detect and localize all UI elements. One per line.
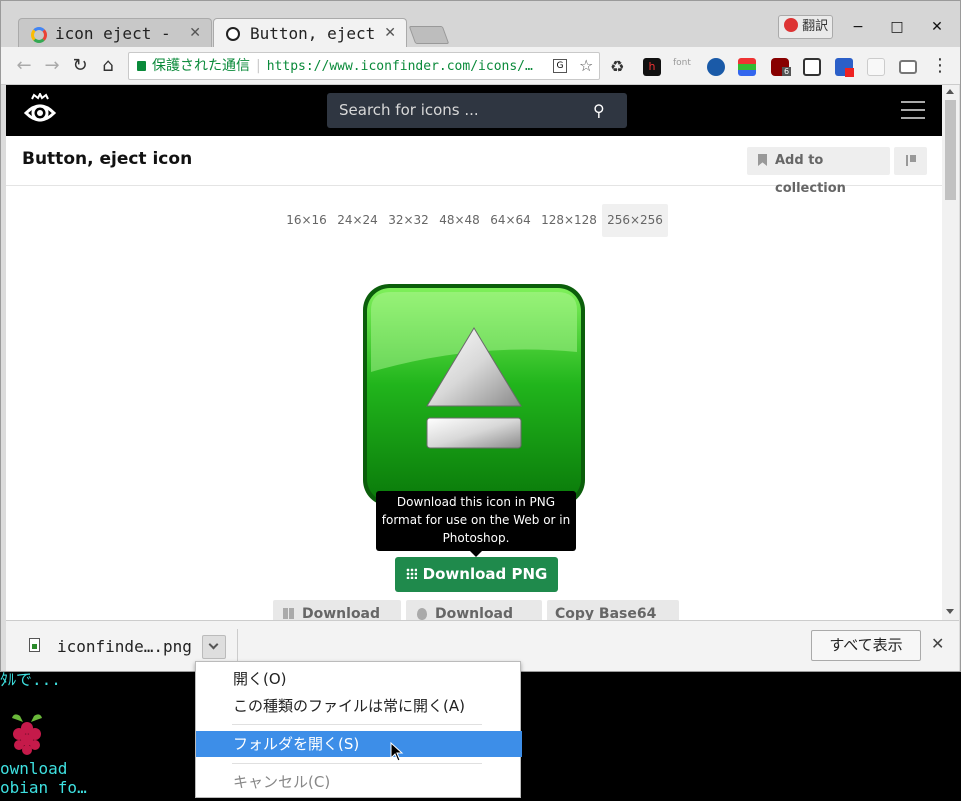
download-png-button[interactable]: Download PNG xyxy=(395,557,558,592)
raspberry-icon xyxy=(8,710,46,758)
url-text: https://www.iconfinder.com/icons/… xyxy=(266,59,533,74)
eject-button-icon xyxy=(361,282,587,508)
download-icns-button[interactable]: Download ICNS xyxy=(406,600,542,620)
download-png-label: Download PNG xyxy=(422,565,548,583)
search-icon[interactable]: ⚲ xyxy=(593,93,605,128)
ublock-icon[interactable]: 6 xyxy=(771,58,792,76)
size-option[interactable]: 48×48 xyxy=(437,204,482,237)
scroll-down-arrow[interactable] xyxy=(946,609,954,614)
back-icon[interactable]: ← xyxy=(13,55,35,77)
download-icns-label: Download ICNS xyxy=(435,606,514,620)
hamburger-menu-icon[interactable] xyxy=(901,101,925,119)
terminal-line: ownload xyxy=(0,759,68,778)
menu-separator xyxy=(232,724,482,725)
iconfinder-favicon-icon xyxy=(226,27,240,41)
minimize-button[interactable]: − xyxy=(846,15,870,39)
h-extension-icon[interactable]: h xyxy=(643,58,661,76)
close-download-shelf-icon[interactable]: ✕ xyxy=(931,634,944,653)
close-window-button[interactable]: ✕ xyxy=(925,15,949,39)
page-scrollbar[interactable] xyxy=(942,85,959,620)
translate-icon xyxy=(784,18,798,32)
show-all-button[interactable]: すべて表示 xyxy=(811,630,921,661)
menu-item-always-open[interactable]: この種類のファイルは常に開く(A) xyxy=(196,693,522,719)
file-icon xyxy=(29,638,40,652)
download-divider xyxy=(237,629,238,663)
download-context-menu: 開く(O) この種類のファイルは常に開く(A) フォルダを開く(S) キャンセル… xyxy=(195,661,522,798)
flag-icon xyxy=(906,155,916,166)
google-icon xyxy=(31,27,47,43)
size-option[interactable]: 128×128 xyxy=(539,204,599,237)
translate-label: 翻訳 xyxy=(802,19,829,34)
translate-page-icon[interactable]: G xyxy=(553,59,567,73)
disabled-extension-icon[interactable] xyxy=(867,58,885,76)
iconfinder-logo-icon[interactable] xyxy=(22,91,58,129)
copy-base64-button[interactable]: Copy Base64 PNG xyxy=(547,600,679,620)
menu-item-cancel[interactable]: キャンセル(C) xyxy=(196,769,522,795)
reload-icon[interactable]: ↻ xyxy=(69,55,91,77)
download-tooltip: Download this icon in PNG format for use… xyxy=(376,491,576,551)
forward-icon[interactable]: → xyxy=(41,55,63,77)
screenshot-extension-icon[interactable] xyxy=(803,58,821,76)
tab-strip: icon eject - ✕ Button, eject ✕ 翻訳 − □ ✕ xyxy=(1,1,960,48)
download-ico-button[interactable]: Download ICO xyxy=(273,600,401,620)
tab-title: icon eject - xyxy=(55,24,171,43)
site-header: Search for icons ... ⚲ xyxy=(6,85,942,136)
copy-base64-label: Copy Base64 PNG xyxy=(555,606,657,620)
secure-label: 保護された通信 xyxy=(152,58,250,74)
search-placeholder: Search for icons ... xyxy=(339,101,479,119)
scroll-up-arrow[interactable] xyxy=(946,89,954,94)
tab-title: Button, eject xyxy=(250,24,376,43)
home-icon[interactable]: ⌂ xyxy=(97,55,119,77)
download-options-button[interactable] xyxy=(202,635,226,659)
web-page: Search for icons ... ⚲ Button, eject ico… xyxy=(6,85,942,620)
browser-toolbar: ← → ↻ ⌂ 保護された通信 | https://www.iconfinder.c… xyxy=(1,47,960,85)
size-option[interactable]: 24×24 xyxy=(335,204,380,237)
page-title: Button, eject icon xyxy=(22,149,193,169)
print-icon[interactable] xyxy=(899,60,917,74)
bookmark-icon xyxy=(758,154,767,166)
download-filename[interactable]: iconfinde….png xyxy=(57,637,192,656)
size-option-selected[interactable]: 256×256 xyxy=(602,204,668,237)
download-ico-label: Download ICO xyxy=(302,606,381,620)
new-tab-button[interactable] xyxy=(408,26,450,44)
close-tab-icon[interactable]: ✕ xyxy=(384,25,396,41)
flag-button[interactable] xyxy=(894,147,927,175)
menu-kebab-icon[interactable]: ⋮ xyxy=(931,57,949,76)
tab-google[interactable]: icon eject - ✕ xyxy=(18,18,212,48)
recycle-extension-icon[interactable]: ♻ xyxy=(610,58,628,76)
add-to-collection-button[interactable]: Add to collection xyxy=(747,147,890,196)
menu-separator xyxy=(232,763,482,764)
grid-icon xyxy=(405,568,417,579)
ublock-badge: 6 xyxy=(782,67,792,76)
search-input[interactable]: Search for icons ... ⚲ xyxy=(327,93,627,128)
colors-extension-icon[interactable] xyxy=(738,58,756,76)
size-option[interactable]: 32×32 xyxy=(386,204,431,237)
icon-title-bar: Button, eject icon Add to collection xyxy=(6,136,942,196)
size-option[interactable]: 64×64 xyxy=(488,204,533,237)
close-tab-icon[interactable]: ✕ xyxy=(189,25,201,41)
menu-item-show-in-folder[interactable]: フォルダを開く(S) xyxy=(196,731,522,757)
lock-icon xyxy=(137,61,146,71)
address-bar[interactable]: 保護された通信 | https://www.iconfinder.com/icons… xyxy=(128,52,600,80)
browser-window: icon eject - ✕ Button, eject ✕ 翻訳 − □ ✕ … xyxy=(0,0,961,672)
apple-icon xyxy=(417,608,427,620)
globe-extension-icon[interactable] xyxy=(707,58,725,76)
mouse-cursor-icon xyxy=(390,741,404,762)
windows-icon xyxy=(283,608,294,619)
maximize-button[interactable]: □ xyxy=(885,15,909,39)
size-option[interactable]: 16×16 xyxy=(284,204,329,237)
translate-badge[interactable]: 翻訳 xyxy=(778,15,833,39)
tab-iconfinder[interactable]: Button, eject ✕ xyxy=(213,18,407,48)
scrollbar-thumb[interactable] xyxy=(945,100,956,200)
chevron-down-icon xyxy=(208,639,219,650)
bookmark-star-icon[interactable]: ☆ xyxy=(579,53,593,79)
font-extension-icon[interactable]: font xyxy=(673,58,697,76)
blue-extension-icon[interactable] xyxy=(835,58,854,77)
add-to-collection-label: Add to collection xyxy=(775,153,846,196)
terminal-line: obian fo… xyxy=(0,778,87,797)
menu-item-open[interactable]: 開く(O) xyxy=(196,666,522,692)
